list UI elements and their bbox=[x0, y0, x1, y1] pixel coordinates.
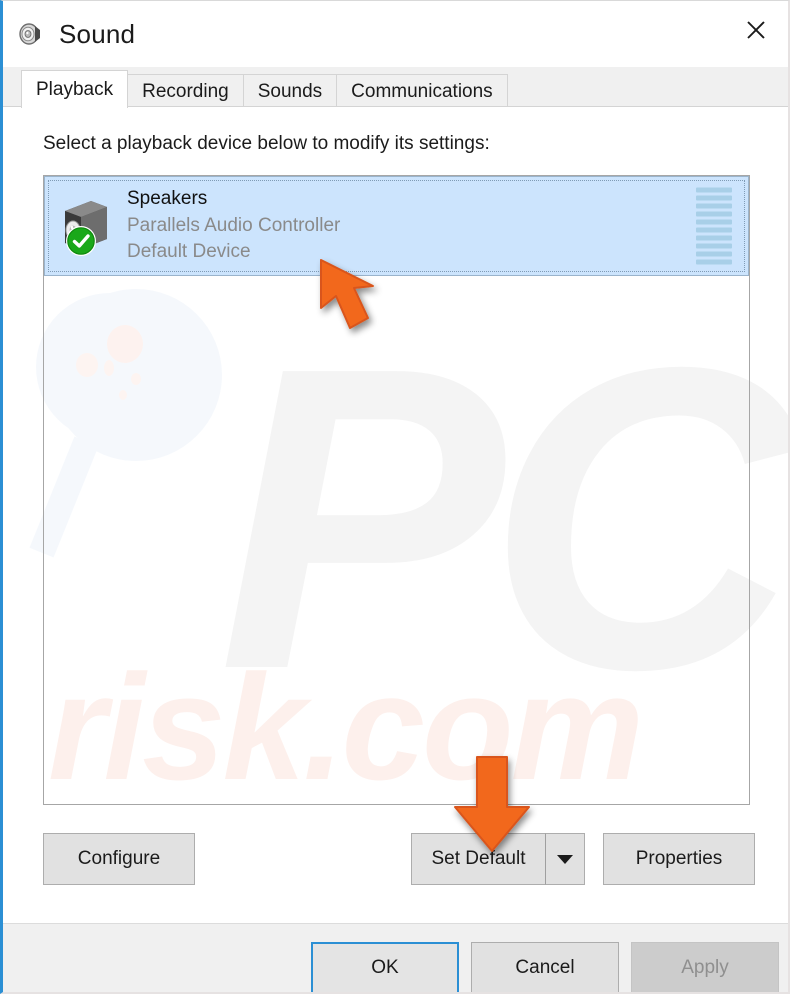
tab-sounds-label: Sounds bbox=[257, 80, 323, 102]
playback-device-list[interactable]: Speakers Parallels Audio Controller Defa… bbox=[43, 175, 750, 805]
window-title: Sound bbox=[59, 18, 136, 49]
meter-segment bbox=[696, 243, 732, 249]
apply-button-label: Apply bbox=[681, 957, 729, 978]
speaker-device-icon bbox=[61, 195, 115, 257]
meter-segment bbox=[696, 219, 732, 225]
apply-button: Apply bbox=[631, 942, 779, 992]
set-default-dropdown-button[interactable] bbox=[545, 833, 585, 885]
tab-recording-label: Recording bbox=[142, 80, 229, 102]
tab-recording[interactable]: Recording bbox=[127, 74, 244, 108]
device-driver: Parallels Audio Controller bbox=[127, 214, 341, 236]
set-default-button-label: Set Default bbox=[431, 848, 526, 869]
close-button[interactable] bbox=[724, 1, 788, 59]
device-status: Default Device bbox=[127, 241, 251, 263]
tab-strip: Playback Recording Sounds Communications bbox=[3, 67, 788, 108]
dialog-footer: OK Cancel Apply bbox=[3, 923, 788, 992]
device-text-block: Speakers Parallels Audio Controller Defa… bbox=[127, 187, 340, 265]
properties-button-label: Properties bbox=[635, 848, 723, 869]
meter-segment bbox=[696, 235, 732, 241]
cancel-button[interactable]: Cancel bbox=[471, 942, 619, 992]
tab-sounds[interactable]: Sounds bbox=[242, 74, 338, 108]
meter-segment bbox=[696, 187, 732, 193]
configure-button-label: Configure bbox=[77, 848, 161, 869]
set-default-button[interactable]: Set Default bbox=[411, 833, 545, 885]
meter-segment bbox=[696, 227, 732, 233]
device-name: Speakers bbox=[127, 188, 208, 210]
green-check-icon bbox=[66, 226, 96, 256]
volume-meter bbox=[694, 187, 734, 265]
instruction-text: Select a playback device below to modify… bbox=[43, 133, 490, 154]
title-bar: Sound bbox=[3, 1, 788, 67]
meter-segment bbox=[696, 251, 732, 257]
sound-dialog-window: Sound Playback Recording Sounds Communic… bbox=[0, 0, 790, 994]
dialog-body: PC risk.com Select a playback device bel… bbox=[3, 106, 788, 923]
tab-communications[interactable]: Communications bbox=[336, 74, 508, 108]
ok-button[interactable]: OK bbox=[311, 942, 459, 992]
tab-playback-label: Playback bbox=[36, 78, 114, 100]
configure-button[interactable]: Configure bbox=[43, 833, 195, 885]
cancel-button-label: Cancel bbox=[515, 957, 575, 978]
set-default-split-button: Set Default bbox=[411, 833, 585, 885]
properties-button[interactable]: Properties bbox=[603, 833, 755, 885]
chevron-down-icon bbox=[557, 854, 573, 864]
list-item[interactable]: Speakers Parallels Audio Controller Defa… bbox=[44, 176, 749, 276]
tab-communications-label: Communications bbox=[351, 80, 493, 102]
ok-button-label: OK bbox=[371, 957, 399, 978]
close-icon bbox=[747, 21, 765, 39]
meter-segment bbox=[696, 259, 732, 265]
meter-segment bbox=[696, 211, 732, 217]
tab-playback[interactable]: Playback bbox=[21, 70, 129, 108]
meter-segment bbox=[696, 195, 732, 201]
action-button-row: Configure Set Default Properties bbox=[43, 833, 755, 885]
speaker-icon bbox=[15, 17, 49, 51]
meter-segment bbox=[696, 203, 732, 209]
